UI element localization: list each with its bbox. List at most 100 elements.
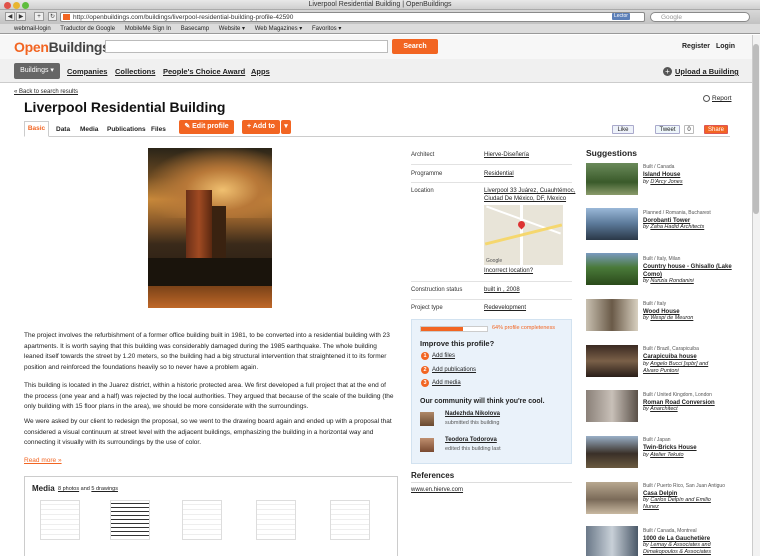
suggestion-meta: Built / Italy <box>643 301 667 307</box>
improve-title: Improve this profile? <box>420 339 495 348</box>
upload-plus-icon[interactable]: + <box>663 67 672 76</box>
suggestion-name[interactable]: Twin-Bricks House <box>643 444 743 452</box>
bookmark-item[interactable]: webmail-login <box>14 26 51 32</box>
programme-link[interactable]: Residential <box>484 171 514 177</box>
bookmark-item[interactable]: MobileMe Sign In <box>125 26 171 32</box>
minimize-window-icon[interactable] <box>13 2 20 9</box>
add-files-link[interactable]: Add files <box>432 353 455 359</box>
bookmark-item[interactable]: Web Magazines ▾ <box>255 26 303 32</box>
nav-peoples-choice-award[interactable]: People's Choice Award <box>163 67 245 76</box>
tab-publications[interactable]: Publications <box>107 124 146 136</box>
contributor-name[interactable]: Nadezhda Nikolova <box>445 411 500 417</box>
incorrect-location-link[interactable]: Incorrect location? <box>484 268 533 274</box>
add-bookmark-icon[interactable]: + <box>34 12 44 21</box>
media-title: Media <box>32 484 55 493</box>
edit-profile-button[interactable]: ✎ Edit profile <box>179 120 234 134</box>
tweet-button[interactable]: Tweet <box>655 125 680 134</box>
map-brand: Google <box>486 258 503 264</box>
reference-link[interactable]: www.en.hierve.com <box>411 487 463 493</box>
add-to-button[interactable]: + Add to <box>242 120 280 134</box>
architect-link[interactable]: Hierve-Diseñería <box>484 152 529 158</box>
tab-files[interactable]: Files <box>151 124 166 136</box>
nav-buildings[interactable]: Buildings ▾ <box>14 63 60 79</box>
reader-badge[interactable]: Lector <box>612 13 630 20</box>
nav-companies[interactable]: Companies <box>67 67 107 76</box>
programme-label: Programme <box>411 171 443 177</box>
search-button[interactable]: Search <box>392 39 438 54</box>
add-publications-link[interactable]: Add publications <box>432 367 476 373</box>
bookmark-item[interactable]: Favoritos ▾ <box>312 26 341 32</box>
back-arrow-icon[interactable]: ◀ <box>5 12 15 21</box>
read-more-link[interactable]: Read more » <box>24 457 62 464</box>
upload-building-link[interactable]: Upload a Building <box>675 67 739 76</box>
site-logo[interactable]: OpenBuildings <box>14 39 110 55</box>
report-icon[interactable] <box>703 95 710 102</box>
media-thumbnail[interactable] <box>110 500 150 540</box>
location-line2[interactable]: Ciudad De México, DF, Mexico <box>484 196 566 202</box>
description-paragraph: The project involves the refurbishment o… <box>24 332 390 371</box>
suggestion-author: by Zaha Hadid Architects <box>643 224 705 230</box>
building-photo[interactable] <box>148 148 272 308</box>
suggestion-thumbnail[interactable] <box>586 436 638 468</box>
suggestion-thumbnail[interactable] <box>586 163 638 195</box>
suggestion-name[interactable]: Carapicuiba house <box>643 353 743 361</box>
bookmark-item[interactable]: Basecamp <box>181 26 209 32</box>
suggestion-thumbnail[interactable] <box>586 482 638 514</box>
reload-icon[interactable]: ↻ <box>48 12 57 21</box>
location-line1[interactable]: Liverpool 33 Juárez, Cuauhtémoc, <box>484 188 575 194</box>
location-map[interactable]: Google <box>484 205 563 265</box>
register-link[interactable]: Register <box>682 43 710 50</box>
step-number: 1 <box>421 352 429 360</box>
forward-arrow-icon[interactable]: ▶ <box>16 12 26 21</box>
tab-media[interactable]: Media <box>80 124 98 136</box>
photos-link[interactable]: 8 photos <box>58 486 79 492</box>
scrollbar-thumb[interactable] <box>753 44 759 214</box>
add-to-dropdown-icon[interactable]: ▾ <box>281 120 291 134</box>
bookmarks-bar: webmail-login Traductor de Google Mobile… <box>0 24 760 34</box>
suggestion-thumbnail[interactable] <box>586 208 638 240</box>
address-bar[interactable]: http://openbuildings.com/buildings/liver… <box>60 12 645 22</box>
bookmark-item[interactable]: Traductor de Google <box>60 26 115 32</box>
site-favicon-icon <box>63 14 70 20</box>
tab-basic[interactable]: Basic <box>24 121 49 137</box>
suggestion-name[interactable]: Island House <box>643 171 743 179</box>
browser-search-input[interactable]: Google <box>650 12 750 22</box>
share-button[interactable]: Share <box>704 125 728 134</box>
nav-apps[interactable]: Apps <box>251 67 270 76</box>
contributor-name[interactable]: Teodora Todorova <box>445 437 497 443</box>
tweet-label: Tweet <box>659 127 676 133</box>
suggestion-thumbnail[interactable] <box>586 345 638 377</box>
construction-status-value[interactable]: built in , 2008 <box>484 287 520 293</box>
facebook-like-button[interactable]: Like <box>612 125 634 134</box>
report-link[interactable]: Report <box>712 95 732 102</box>
nav-collections[interactable]: Collections <box>115 67 155 76</box>
suggestion-meta: Built / Canada <box>643 164 675 170</box>
media-thumbnail[interactable] <box>256 500 296 540</box>
drawings-link[interactable]: 5 drawings <box>91 486 118 492</box>
bookmark-item[interactable]: Website ▾ <box>219 26 245 32</box>
page-title: Liverpool Residential Building <box>24 99 226 115</box>
media-thumbnail[interactable] <box>40 500 80 540</box>
step-number: 3 <box>421 379 429 387</box>
suggestion-thumbnail[interactable] <box>586 299 638 331</box>
suggestion-thumbnail[interactable] <box>586 390 638 422</box>
suggestion-name[interactable]: Country house - Ghisallo (Lake Como) <box>643 263 743 279</box>
media-thumbnail[interactable] <box>330 500 370 540</box>
suggestions-title: Suggestions <box>586 148 638 158</box>
avatar[interactable] <box>420 412 434 426</box>
tab-data[interactable]: Data <box>56 124 70 136</box>
suggestion-thumbnail[interactable] <box>586 526 638 556</box>
close-window-icon[interactable] <box>4 2 11 9</box>
suggestion-author: by Carlos Delpín and Emilio Nunez <box>643 497 711 510</box>
back-to-results-link[interactable]: « Back to search results <box>14 89 78 95</box>
add-media-link[interactable]: Add media <box>432 380 461 386</box>
zoom-window-icon[interactable] <box>22 2 29 9</box>
project-type-value[interactable]: Redevelopment <box>484 305 526 311</box>
tabs-divider <box>24 136 730 137</box>
suggestion-thumbnail[interactable] <box>586 253 638 285</box>
site-search-input[interactable] <box>105 40 388 53</box>
login-link[interactable]: Login <box>716 43 735 50</box>
avatar[interactable] <box>420 438 434 452</box>
media-thumbnail[interactable] <box>182 500 222 540</box>
community-title: Our community will think you're cool. <box>420 398 545 405</box>
